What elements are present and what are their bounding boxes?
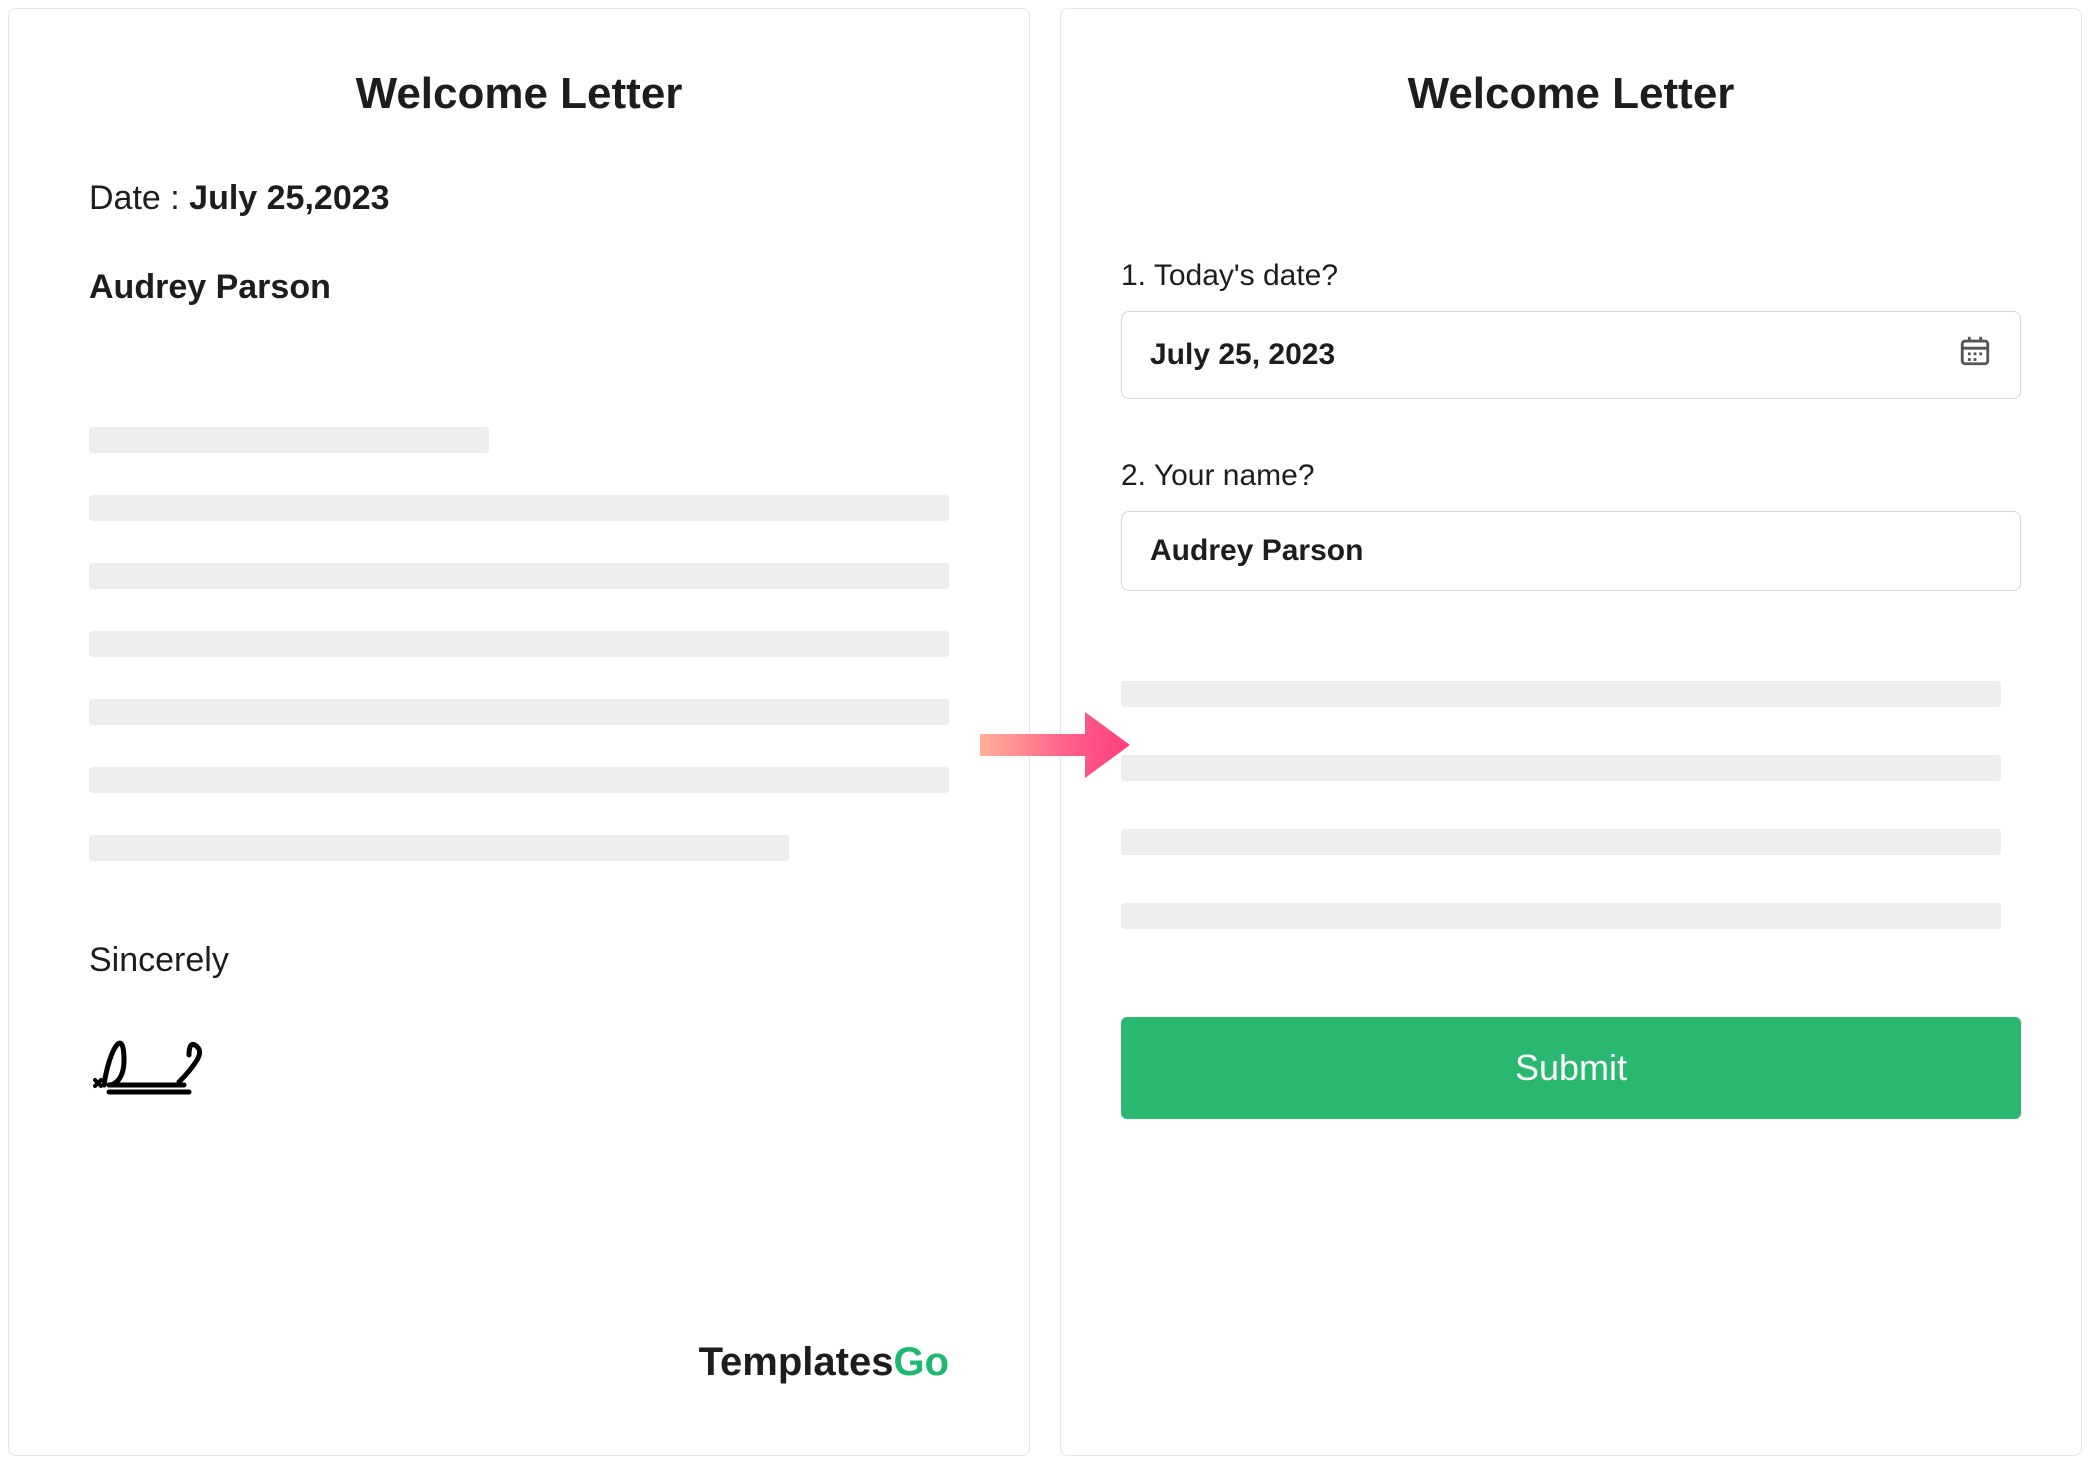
placeholder-line [1121,681,2001,707]
placeholder-line [1121,755,2001,781]
calendar-icon[interactable] [1958,334,1992,376]
placeholder-line [89,427,489,453]
letter-date-line: Date : July 25,2023 [89,179,949,218]
question-1: 1. Today's date? July 25, 2023 [1121,259,2021,399]
signature-icon [89,1010,949,1105]
letter-title: Welcome Letter [89,69,949,119]
placeholder-line [1121,829,2001,855]
question-2: 2. Your name? Audrey Parson [1121,459,2021,591]
placeholder-line [89,767,949,793]
placeholder-line [89,631,949,657]
placeholder-line [1121,903,2001,929]
question-2-text: Your name? [1154,459,1315,492]
question-2-number: 2. [1121,459,1146,492]
brand-part1: Templates [699,1340,894,1384]
placeholder-line [89,835,789,861]
brand-part2: Go [893,1340,949,1384]
letter-preview-card: Welcome Letter Date : July 25,2023 Audre… [8,8,1030,1456]
form-placeholders [1121,681,2021,929]
placeholder-line [89,495,949,521]
question-2-label: 2. Your name? [1121,459,2021,493]
letter-body-placeholders [89,427,949,861]
brand-logo: TemplatesGo [699,1340,949,1385]
date-input[interactable]: July 25, 2023 [1121,311,2021,399]
arrow-icon [975,700,1135,795]
letter-recipient-name: Audrey Parson [89,268,949,307]
question-1-number: 1. [1121,259,1146,292]
name-input[interactable]: Audrey Parson [1121,511,2021,591]
question-1-text: Today's date? [1154,259,1338,292]
name-input-value: Audrey Parson [1150,534,1363,568]
letter-date-label: Date : [89,179,189,217]
form-card: Welcome Letter 1. Today's date? July 25,… [1060,8,2082,1456]
date-input-value: July 25, 2023 [1150,338,1335,372]
question-1-label: 1. Today's date? [1121,259,2021,293]
placeholder-line [89,699,949,725]
submit-button[interactable]: Submit [1121,1017,2021,1119]
placeholder-line [89,563,949,589]
letter-date-value: July 25,2023 [189,179,389,217]
form-title: Welcome Letter [1121,69,2021,119]
letter-closing: Sincerely [89,941,949,980]
